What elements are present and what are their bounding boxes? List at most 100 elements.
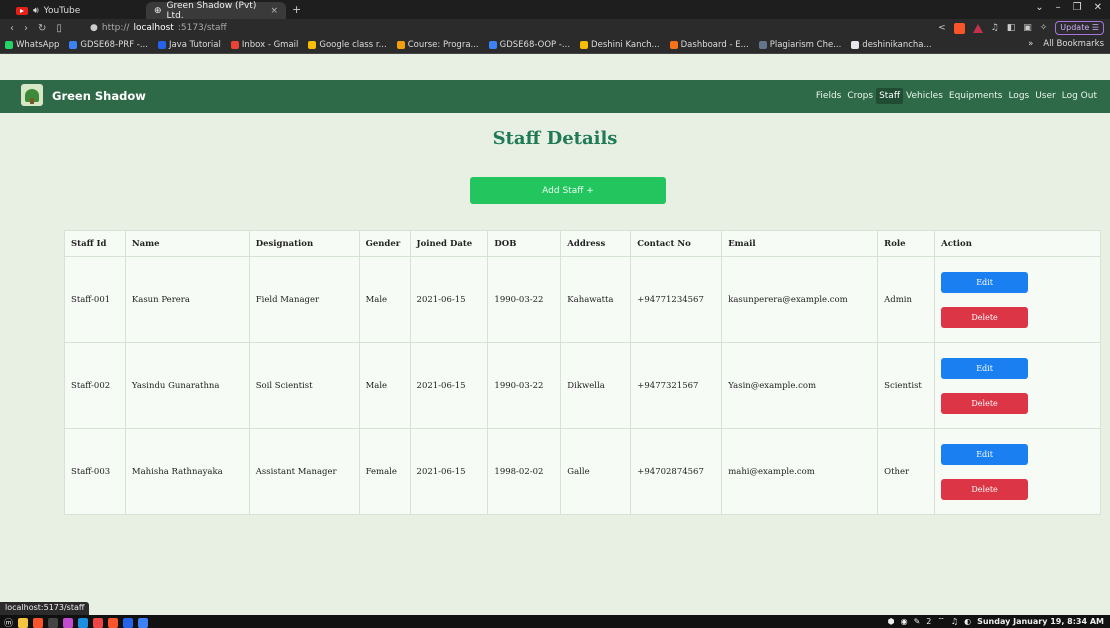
logo[interactable] xyxy=(21,84,43,106)
action-cell: Edit Delete xyxy=(934,342,1101,429)
bookmark-favicon-icon xyxy=(230,41,239,49)
table-cell: Male xyxy=(358,342,411,429)
files-icon[interactable] xyxy=(18,617,29,628)
edit-button[interactable]: Edit xyxy=(941,357,1029,379)
bookmark-favicon-icon xyxy=(396,41,405,49)
nav-item-user[interactable]: User xyxy=(1032,88,1059,104)
bookmark-label: Course: Progra... xyxy=(407,40,479,50)
update-button[interactable]: Update ☰ xyxy=(1055,21,1104,35)
column-header: Staff Id xyxy=(64,230,126,257)
media-icon[interactable]: ♫ xyxy=(991,23,999,33)
nav-item-logs[interactable]: Logs xyxy=(1005,88,1032,104)
table-cell: Yasin@example.com xyxy=(721,342,879,429)
more-bookmarks-button[interactable]: » xyxy=(1028,39,1033,49)
edit-button[interactable]: Edit xyxy=(941,443,1029,465)
edit-button[interactable]: Edit xyxy=(941,271,1029,293)
brave-window-icon[interactable] xyxy=(108,617,119,628)
vscode-icon[interactable] xyxy=(78,617,89,628)
column-header: Name xyxy=(124,230,250,257)
bookmark-label: GDSE68-OOP -... xyxy=(499,40,571,50)
bookmark-item[interactable]: Dashboard - E... xyxy=(669,40,749,50)
bookmark-label: GDSE68-PRF -... xyxy=(80,40,148,50)
bookmark-item[interactable]: Java Tutorial xyxy=(157,40,221,50)
brave-rewards-icon[interactable] xyxy=(972,23,983,33)
bookmark-item[interactable]: GDSE68-PRF -... xyxy=(69,40,148,50)
bookmark-item[interactable]: Course: Progra... xyxy=(396,40,479,50)
launcher-icon[interactable]: ⓜ xyxy=(4,616,13,628)
table-cell: Kahawatta xyxy=(560,256,632,343)
delete-button[interactable]: Delete xyxy=(941,306,1029,328)
bookmark-item[interactable]: deshinikancha... xyxy=(851,40,932,50)
chevron-down-icon[interactable]: ⌄ xyxy=(1035,2,1043,13)
table-row: Staff-002 Yasindu Gunarathna Soil Scientis… xyxy=(64,342,1101,429)
nav-item-equipments[interactable]: Equipments xyxy=(946,88,1006,104)
speaker-icon: 🔊︎ xyxy=(33,5,39,16)
column-header: Action xyxy=(934,230,1101,257)
notification-count: 2 xyxy=(926,616,932,626)
chrome-icon[interactable] xyxy=(93,617,104,628)
add-staff-button[interactable]: Add Staff + xyxy=(470,177,666,204)
bookmark-label: Java Tutorial xyxy=(168,40,221,50)
delete-button[interactable]: Delete xyxy=(941,392,1029,414)
tray-icon[interactable]: ⬢ xyxy=(888,617,895,626)
power-icon[interactable]: ◐ xyxy=(964,617,971,626)
brave-icon[interactable] xyxy=(33,617,44,628)
nav-item-log-out[interactable]: Log Out xyxy=(1059,88,1100,104)
table-cell: Scientist xyxy=(877,342,936,429)
back-icon[interactable]: ‹ xyxy=(10,23,14,34)
screenshot-icon[interactable] xyxy=(138,617,149,628)
column-header: DOB xyxy=(487,230,562,257)
bookmark-item[interactable]: Inbox - Gmail xyxy=(230,40,298,50)
new-tab-button[interactable]: + xyxy=(292,3,301,16)
bookmark-favicon-icon xyxy=(69,41,78,49)
app-icon[interactable] xyxy=(123,617,134,628)
column-header: Joined Date xyxy=(409,230,489,257)
delete-button[interactable]: Delete xyxy=(941,478,1029,500)
brave-shields-icon[interactable] xyxy=(953,22,965,34)
site-info-icon[interactable]: ● xyxy=(90,23,98,33)
table-cell: Staff-002 xyxy=(64,342,126,429)
bookmark-icon[interactable]: ▯ xyxy=(56,23,62,34)
share-icon[interactable]: < xyxy=(938,23,946,33)
nav-item-staff[interactable]: Staff xyxy=(876,88,904,104)
clock[interactable]: Sunday January 19, 8:34 AM xyxy=(977,617,1104,626)
minimize-icon[interactable]: – xyxy=(1056,2,1061,13)
terminal-icon[interactable] xyxy=(48,617,59,628)
table-cell: +9477321567 xyxy=(630,342,723,429)
bookmark-item[interactable]: Plagiarism Che... xyxy=(758,40,841,50)
page-title: Staff Details xyxy=(492,128,618,149)
bookmark-item[interactable]: WhatsApp xyxy=(5,40,59,50)
forward-icon[interactable]: › xyxy=(24,23,28,34)
close-tab-icon[interactable]: × xyxy=(270,6,278,16)
nav-item-vehicles[interactable]: Vehicles xyxy=(903,88,946,104)
notifications-icon[interactable]: ✎ xyxy=(914,617,921,626)
nav-buttons: ‹ › ↻ ▯ xyxy=(0,23,90,34)
sidebar-icon[interactable]: ◧ xyxy=(1007,23,1016,33)
table-cell: Female xyxy=(358,428,411,515)
wifi-icon[interactable]: ⌔ xyxy=(937,616,945,626)
reload-icon[interactable]: ↻ xyxy=(38,23,46,34)
music-icon[interactable]: ♫ xyxy=(951,617,958,626)
tab-green-shadow[interactable]: ⊕ Green Shadow (Pvt) Ltd. × xyxy=(146,1,286,21)
bookmark-item[interactable]: Deshini Kanch... xyxy=(580,40,660,50)
restore-icon[interactable]: ❐ xyxy=(1073,2,1082,13)
extensions-icon[interactable]: ✧ xyxy=(1040,23,1048,33)
bookmark-label: WhatsApp xyxy=(16,40,60,50)
table-cell: mahi@example.com xyxy=(721,428,879,515)
bookmark-favicon-icon xyxy=(669,41,678,49)
network-icon[interactable]: ◉ xyxy=(901,617,908,626)
nav-item-crops[interactable]: Crops xyxy=(844,88,876,104)
tab-youtube[interactable]: 🔊︎ YouTube xyxy=(8,2,138,19)
bookmark-item[interactable]: Google class r... xyxy=(308,40,387,50)
wallet-icon[interactable]: ▣ xyxy=(1023,23,1032,33)
close-window-icon[interactable]: ✕ xyxy=(1094,2,1102,13)
app-icon[interactable] xyxy=(63,617,74,628)
table-cell: +94771234567 xyxy=(630,256,723,343)
bookmarks-bar: WhatsApp GDSE68-PRF -... Java Tutorial Inbo… xyxy=(0,37,1110,54)
all-bookmarks-button[interactable]: All Bookmarks xyxy=(1043,39,1104,49)
brand-name[interactable]: Green Shadow xyxy=(52,89,146,103)
os-taskbar: ⓜ ⬢ ◉ ✎ 2 ⌔ ♫ ◐ Sunday January 19, 8:34 … xyxy=(0,615,1110,628)
url-field[interactable]: ● http://localhost:5173/staff xyxy=(90,23,227,33)
bookmark-item[interactable]: GDSE68-OOP -... xyxy=(488,40,571,50)
nav-item-fields[interactable]: Fields xyxy=(813,88,844,104)
